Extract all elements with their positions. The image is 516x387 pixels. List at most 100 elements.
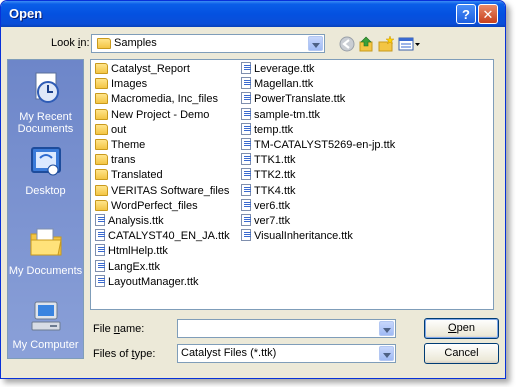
folder-icon <box>95 169 108 181</box>
ttk-file-icon <box>241 122 251 135</box>
look-in-value: Samples <box>114 37 157 49</box>
place-desktop[interactable]: Desktop <box>8 144 83 197</box>
cancel-button[interactable]: Cancel <box>424 343 499 364</box>
ttk-file-icon <box>241 168 251 181</box>
place-label: My Computer <box>12 339 79 351</box>
place-my-computer[interactable]: My Computer <box>8 298 83 351</box>
item-label: WordPerfect_files <box>111 199 198 212</box>
file-item[interactable]: Leverage.ttk <box>241 62 315 77</box>
folder-icon <box>95 108 108 120</box>
file-item[interactable]: TTK2.ttk <box>241 168 296 183</box>
folder-item[interactable]: Translated <box>95 168 163 183</box>
desktop-icon <box>30 147 61 176</box>
folder-item[interactable]: Theme <box>95 138 145 153</box>
folder-item[interactable]: VERITAS Software_files <box>95 184 229 199</box>
item-label: sample-tm.ttk <box>254 108 321 121</box>
item-label: VERITAS Software_files <box>111 184 230 197</box>
ttk-file-icon <box>241 138 251 150</box>
file-item[interactable]: Magellan.ttk <box>241 77 313 92</box>
item-label: out <box>111 123 127 136</box>
ttk-file-icon <box>241 198 251 211</box>
folder-item[interactable]: Images <box>95 77 147 92</box>
item-label: Images <box>111 78 148 91</box>
view-menu-icon[interactable] <box>398 35 422 53</box>
file-item[interactable]: VisualInheritance.ttk <box>241 229 353 244</box>
ttk-file-icon <box>241 77 251 90</box>
file-item[interactable]: PowerTranslate.ttk <box>241 92 345 107</box>
item-label: Magellan.ttk <box>254 78 314 91</box>
folder-item[interactable]: Catalyst_Report <box>95 62 190 77</box>
close-button[interactable]: ✕ <box>478 4 498 24</box>
folder-item[interactable]: trans <box>95 153 135 168</box>
item-label: HtmlHelp.ttk <box>108 245 168 258</box>
my-documents-icon <box>30 228 62 256</box>
place-my-documents[interactable]: My Documents <box>8 224 83 277</box>
file-name-input[interactable] <box>177 319 396 338</box>
title-bar[interactable]: Open ? ✕ <box>1 1 505 27</box>
file-name-label: File name: <box>93 323 145 335</box>
ttk-file-icon <box>95 274 105 287</box>
up-one-level-icon[interactable] <box>357 35 375 53</box>
file-list[interactable]: Catalyst_Report Images Macromedia, Inc_fil… <box>90 59 494 310</box>
chevron-down-icon[interactable] <box>379 346 394 361</box>
item-label: Catalyst_Report <box>111 63 190 75</box>
item-label: TM-CATALYST5269-en-jp.ttk <box>254 139 396 151</box>
folder-icon <box>97 38 111 49</box>
file-item[interactable]: LayoutManager.ttk <box>95 274 199 290</box>
help-button[interactable]: ? <box>456 4 476 24</box>
file-item[interactable]: CATALYST40_EN_JA.ttk <box>95 229 230 244</box>
ttk-file-icon <box>241 62 251 74</box>
place-my-recent-documents[interactable]: My Recent Documents <box>8 70 83 135</box>
open-dialog: Open ? ✕ Look in: Samples My Recent Docu… <box>0 0 506 379</box>
file-item[interactable]: LangEx.ttk <box>95 259 160 275</box>
item-label: LayoutManager.ttk <box>108 275 199 288</box>
file-item[interactable]: TTK1.ttk <box>241 153 296 168</box>
item-label: VisualInheritance.ttk <box>254 230 353 243</box>
place-label: My Documents <box>8 265 83 277</box>
folder-icon <box>95 93 108 105</box>
item-label: CATALYST40_EN_JA.ttk <box>108 230 230 243</box>
folder-item[interactable]: New Project - Demo <box>95 108 209 123</box>
ttk-file-icon <box>241 214 251 226</box>
item-label: temp.ttk <box>254 123 294 136</box>
file-item[interactable]: Analysis.ttk <box>95 214 164 229</box>
item-label: Theme <box>111 139 146 151</box>
ttk-file-icon <box>95 214 105 226</box>
back-icon[interactable] <box>338 35 356 53</box>
file-type-dropdown[interactable]: Catalyst Files (*.ttk) <box>177 344 396 363</box>
place-label: Desktop <box>25 185 66 197</box>
item-label: Leverage.ttk <box>254 63 315 75</box>
folder-item[interactable]: out <box>95 123 126 138</box>
file-item[interactable]: ver6.ttk <box>241 198 290 214</box>
folder-icon <box>95 78 108 90</box>
file-item[interactable]: TM-CATALYST5269-en-jp.ttk <box>241 138 395 153</box>
open-button[interactable]: Open <box>424 318 499 339</box>
item-label: TTK2.ttk <box>254 169 296 182</box>
ttk-file-icon <box>95 259 105 272</box>
ttk-file-icon <box>241 153 251 166</box>
folder-icon <box>95 139 108 150</box>
item-label: PowerTranslate.ttk <box>254 93 346 106</box>
folder-icon <box>95 184 108 196</box>
folder-item[interactable]: Macromedia, Inc_files <box>95 92 218 107</box>
recent-documents-icon <box>35 72 59 103</box>
place-label: My Recent Documents <box>17 111 74 135</box>
file-item[interactable]: ver7.ttk <box>241 214 290 229</box>
file-item[interactable]: temp.ttk <box>241 122 294 138</box>
look-in-dropdown[interactable]: Samples <box>91 34 325 53</box>
folder-item[interactable]: WordPerfect_files <box>95 199 198 214</box>
ttk-file-icon <box>241 107 251 120</box>
folder-icon <box>95 154 108 166</box>
dialog-title: Open <box>9 6 43 21</box>
file-item[interactable]: HtmlHelp.ttk <box>95 244 168 259</box>
look-in-label: Look in: <box>51 37 90 49</box>
chevron-down-icon[interactable] <box>308 36 323 51</box>
chevron-down-icon[interactable] <box>379 321 394 336</box>
create-new-folder-icon[interactable] <box>377 35 395 53</box>
open-button-label: pen <box>456 322 475 334</box>
file-item[interactable]: TTK4.ttk <box>241 183 296 199</box>
file-item[interactable]: sample-tm.ttk <box>241 107 321 123</box>
item-label: New Project - Demo <box>111 108 210 121</box>
places-bar: My Recent Documents Desktop My Documents <box>7 59 84 359</box>
item-label: LangEx.ttk <box>108 260 160 273</box>
